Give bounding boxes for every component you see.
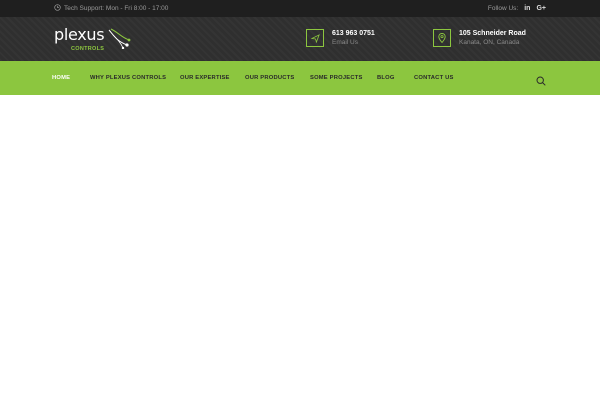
logo-network-icon [108, 28, 131, 49]
site-header: plexus CONTROLS 613 963 0751 Email Us 10… [0, 17, 600, 61]
support-text: Tech Support: Mon - Fri 8:00 - 17:00 [64, 5, 169, 12]
email-link[interactable]: Email Us [332, 38, 375, 47]
phone-contact[interactable]: 613 963 0751 Email Us [306, 29, 375, 47]
phone-number: 613 963 0751 [332, 30, 375, 37]
social-links: Follow Us: in G+ [488, 5, 546, 12]
nav-our-expertise[interactable]: OUR EXPERTISE [180, 61, 230, 95]
google-plus-icon[interactable]: G+ [536, 5, 546, 12]
support-info: Tech Support: Mon - Fri 8:00 - 17:00 [54, 4, 168, 13]
nav-some-projects[interactable]: SOME PROJECTS [310, 61, 363, 95]
address-line-2: Kanata, ON, Canada [459, 39, 520, 46]
clock-icon [54, 4, 61, 13]
nav-blog[interactable]: BLOG [377, 61, 395, 95]
address-line-1: 105 Schneider Road [459, 30, 526, 37]
send-icon [306, 29, 324, 47]
plexus-logo[interactable]: plexus CONTROLS [54, 25, 134, 53]
page-content [0, 95, 600, 400]
follow-label: Follow Us: [487, 5, 519, 12]
main-nav: HOME WHY PLEXUS CONTROLS OUR EXPERTISE O… [0, 61, 600, 95]
nav-our-products[interactable]: OUR PRODUCTS [245, 61, 294, 95]
top-bar: Tech Support: Mon - Fri 8:00 - 17:00 Fol… [0, 0, 600, 17]
nav-home[interactable]: HOME [52, 61, 70, 95]
logo-wordmark: plexus [54, 25, 105, 44]
map-pin-icon [433, 29, 451, 47]
nav-why-plexus-controls[interactable]: WHY PLEXUS CONTROLS [90, 61, 166, 95]
search-icon[interactable] [536, 73, 546, 91]
address-contact: 105 Schneider Road Kanata, ON, Canada [433, 29, 526, 47]
logo-subtitle: CONTROLS [71, 46, 105, 52]
linkedin-icon[interactable]: in [524, 5, 530, 12]
nav-contact-us[interactable]: CONTACT US [414, 61, 454, 95]
